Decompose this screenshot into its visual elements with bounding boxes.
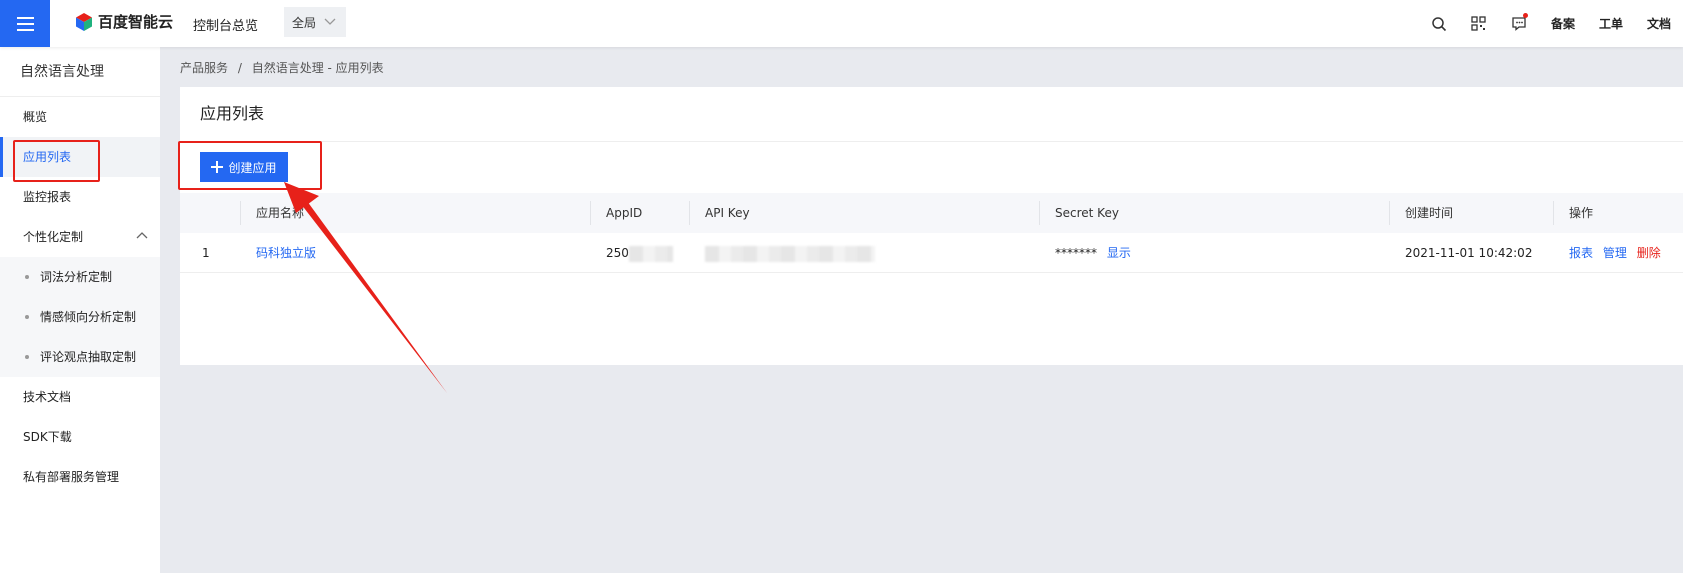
cloud-cube-icon — [76, 12, 92, 31]
sidebar-item-overview[interactable]: 概览 — [0, 97, 160, 137]
sidebar-item-sdk-download[interactable]: SDK下载 — [0, 417, 160, 457]
sidebar-submenu: 词法分析定制 情感倾向分析定制 评论观点抽取定制 — [0, 257, 160, 377]
app-id-redacted — [628, 245, 673, 262]
header-created-time: 创建时间 — [1389, 193, 1553, 233]
sidebar-item-private-deploy[interactable]: 私有部署服务管理 — [0, 457, 160, 497]
sidebar-group-customization[interactable]: 个性化定制 — [0, 217, 160, 257]
header-app-name: 应用名称 — [240, 193, 590, 233]
table-row: 1 码科独立版 250 ******* 显示 2021-11-01 10:42:… — [180, 233, 1683, 273]
report-link[interactable]: 报表 — [1569, 246, 1593, 260]
menu-icon[interactable] — [0, 0, 50, 47]
docs-link[interactable]: 文档 — [1635, 15, 1683, 32]
sidebar-title: 自然语言处理 — [0, 47, 160, 97]
row-created-time: 2021-11-01 10:42:02 — [1405, 246, 1533, 260]
qrcode-icon[interactable] — [1459, 0, 1499, 47]
message-icon[interactable] — [1499, 0, 1539, 47]
show-secret-link[interactable]: 显示 — [1107, 246, 1131, 260]
logo-text: 百度智能云 — [98, 13, 174, 31]
header-api-key: API Key — [689, 193, 1039, 233]
create-app-label: 创建应用 — [228, 160, 277, 175]
delete-link[interactable]: 删除 — [1637, 246, 1661, 260]
sidebar-subitem-lexical[interactable]: 词法分析定制 — [0, 257, 160, 297]
page-title: 应用列表 — [180, 87, 1683, 142]
breadcrumb: 产品服务 / 自然语言处理 - 应用列表 — [180, 59, 390, 76]
notification-dot — [1522, 13, 1528, 18]
header-secret-key: Secret Key — [1039, 193, 1389, 233]
search-icon[interactable] — [1419, 0, 1459, 47]
app-list-panel: 应用列表 创建应用 应用名称 AppID API Key Secret Key … — [180, 87, 1683, 365]
ticket-link[interactable]: 工单 — [1587, 15, 1635, 32]
row-secret-key: ******* 显示 — [1039, 233, 1389, 273]
breadcrumb-root[interactable]: 产品服务 — [180, 61, 228, 75]
sidebar-group-label: 个性化定制 — [23, 230, 84, 244]
table-header: 应用名称 AppID API Key Secret Key 创建时间 操作 — [180, 193, 1683, 233]
chevron-up-icon — [136, 232, 148, 239]
manage-link[interactable]: 管理 — [1603, 246, 1627, 260]
row-index: 1 — [202, 246, 210, 260]
row-api-key — [689, 233, 1039, 273]
region-value: 全局 — [292, 15, 317, 30]
breadcrumb-separator: / — [237, 61, 242, 75]
app-name[interactable]: 码科独立版 — [256, 246, 316, 260]
secret-key-mask: ******* — [1055, 246, 1097, 260]
region-select[interactable]: 全局 — [284, 7, 346, 37]
row-app-name-link[interactable]: 码科独立版 — [240, 233, 590, 273]
sidebar-subitem-opinion[interactable]: 评论观点抽取定制 — [0, 337, 160, 377]
baidu-cloud-logo[interactable]: 百度智能云 — [74, 11, 173, 32]
app-id-prefix: 250 — [606, 246, 629, 260]
plus-icon — [211, 161, 224, 173]
row-app-id: 250 — [590, 233, 689, 273]
console-overview-link[interactable]: 控制台总览 — [193, 15, 258, 34]
api-key-redacted — [705, 245, 875, 262]
breadcrumb-current: 自然语言处理 - 应用列表 — [251, 61, 384, 75]
sidebar-item-monitor[interactable]: 监控报表 — [0, 177, 160, 217]
header-index — [180, 193, 240, 233]
top-right-tools: 备案 工单 文档 — [1419, 0, 1683, 47]
header-app-id: AppID — [590, 193, 689, 233]
sidebar-item-app-list[interactable]: 应用列表 — [0, 137, 160, 177]
sidebar: 自然语言处理 概览 应用列表 监控报表 个性化定制 词法分析定制 情感倾向分析定… — [0, 47, 160, 573]
create-app-button[interactable]: 创建应用 — [200, 152, 288, 182]
header-actions: 操作 — [1553, 193, 1683, 233]
sidebar-subitem-sentiment[interactable]: 情感倾向分析定制 — [0, 297, 160, 337]
chevron-down-icon — [324, 18, 336, 25]
sidebar-item-tech-docs[interactable]: 技术文档 — [0, 377, 160, 417]
top-bar: 百度智能云 控制台总览 全局 备案 工单 文档 — [0, 0, 1683, 47]
beian-link[interactable]: 备案 — [1539, 15, 1587, 32]
row-actions: 报表 管理 删除 — [1553, 233, 1683, 273]
app-table: 应用名称 AppID API Key Secret Key 创建时间 操作 1 … — [180, 193, 1683, 273]
